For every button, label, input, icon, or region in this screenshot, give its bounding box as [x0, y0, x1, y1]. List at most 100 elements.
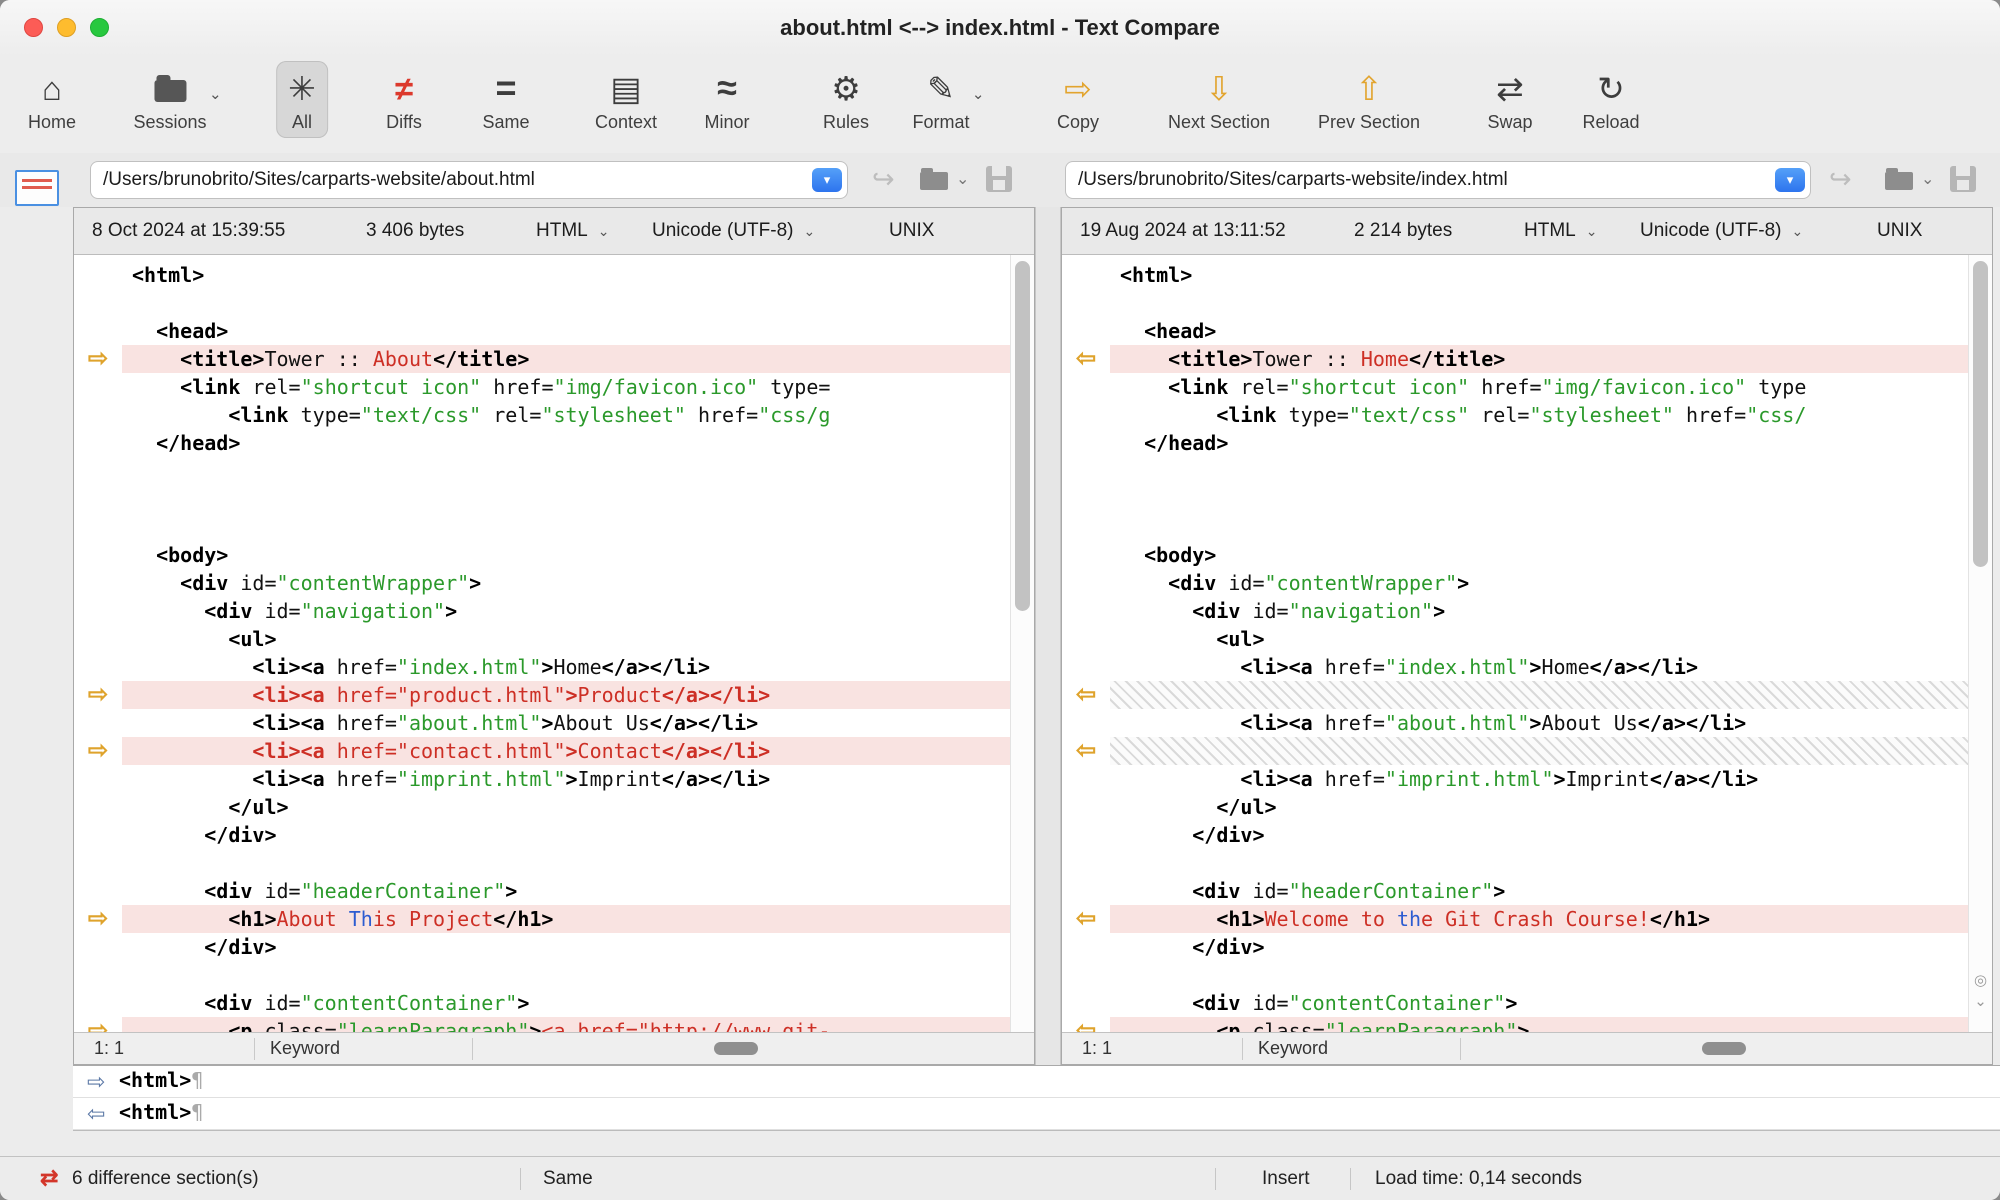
toolbar-item-context[interactable]: ▤Context [583, 61, 669, 138]
code-line[interactable]: <head> [122, 317, 1010, 345]
code-line[interactable]: <title>Tower :: About</title> [122, 345, 1010, 373]
right-path-input[interactable]: /Users/brunobrito/Sites/carparts-website… [1065, 161, 1811, 199]
toolbar-item-minor[interactable]: ≈Minor [692, 61, 761, 138]
code-line[interactable] [1110, 289, 1968, 317]
code-line[interactable] [1110, 961, 1968, 989]
code-line[interactable]: <html> [1110, 261, 1968, 289]
code-line[interactable]: <div id="navigation"> [122, 597, 1010, 625]
right-vertical-scrollbar[interactable]: ◎ ⌄ [1968, 255, 1992, 1032]
toolbar-item-reload[interactable]: ↻Reload [1570, 61, 1651, 138]
merge-arrow-right-icon[interactable]: ⇨ [88, 1017, 108, 1032]
horizontal-scrollbar-thumb[interactable] [714, 1042, 758, 1055]
left-save-button[interactable] [986, 166, 1012, 192]
code-line[interactable]: <div id="contentContainer"> [1110, 989, 1968, 1017]
code-line[interactable]: <p class="learnParagraph"> [1110, 1017, 1968, 1032]
toolbar-item-format[interactable]: ✎⌄Format [900, 61, 981, 138]
missing-line-placeholder[interactable] [1110, 737, 1968, 765]
toolbar-item-copy[interactable]: ⇨Copy [1045, 61, 1111, 138]
right-code-editor[interactable]: <html> <head> <title>Tower :: Home</titl… [1110, 255, 1968, 1032]
code-line[interactable]: <div id="contentContainer"> [122, 989, 1010, 1017]
code-line[interactable]: <li><a href="index.html">Home</a></li> [1110, 653, 1968, 681]
code-line[interactable]: <li><a href="contact.html">Contact</a></… [122, 737, 1010, 765]
toolbar-item-sessions[interactable]: ⌄Sessions [121, 61, 218, 138]
code-line[interactable] [1110, 849, 1968, 877]
left-path-input[interactable]: /Users/brunobrito/Sites/carparts-website… [90, 161, 848, 199]
code-line[interactable]: <link type="text/css" rel="stylesheet" h… [1110, 401, 1968, 429]
scroll-down-icon[interactable]: ⌄ [1974, 992, 1987, 1010]
code-line[interactable]: </head> [122, 429, 1010, 457]
code-line[interactable]: <h1>About This Project</h1> [122, 905, 1010, 933]
left-vertical-scrollbar[interactable] [1010, 255, 1034, 1032]
code-line[interactable]: <link rel="shortcut icon" href="img/favi… [122, 373, 1010, 401]
toolbar-item-same[interactable]: =Same [470, 61, 541, 138]
horizontal-scrollbar-thumb[interactable] [1702, 1042, 1746, 1055]
code-line[interactable] [122, 485, 1010, 513]
code-line[interactable]: <div id="navigation"> [1110, 597, 1968, 625]
toolbar-item-prev-section[interactable]: ⇧Prev Section [1306, 61, 1432, 138]
code-line[interactable]: </head> [1110, 429, 1968, 457]
code-line[interactable] [1110, 457, 1968, 485]
left-encoding-dropdown[interactable]: Unicode (UTF-8)⌄ [652, 220, 815, 242]
code-line[interactable]: <link type="text/css" rel="stylesheet" h… [122, 401, 1010, 429]
overview-thumbnail[interactable] [15, 170, 59, 206]
left-open-folder-button[interactable] [920, 172, 948, 190]
code-line[interactable]: <li><a href="product.html">Product</a></… [122, 681, 1010, 709]
code-line[interactable] [122, 513, 1010, 541]
code-line[interactable]: <li><a href="imprint.html">Imprint</a></… [122, 765, 1010, 793]
right-open-folder-button[interactable] [1885, 172, 1913, 190]
code-line[interactable]: <li><a href="imprint.html">Imprint</a></… [1110, 765, 1968, 793]
code-line[interactable]: </div> [122, 933, 1010, 961]
code-line[interactable]: <body> [1110, 541, 1968, 569]
code-line[interactable]: <li><a href="index.html">Home</a></li> [122, 653, 1010, 681]
code-line[interactable]: <html> [122, 261, 1010, 289]
chevron-down-icon[interactable]: ⌄ [1921, 169, 1934, 189]
merge-arrow-left-icon[interactable]: ⇦ [1076, 345, 1096, 372]
toolbar-item-next-section[interactable]: ⇩Next Section [1156, 61, 1282, 138]
merge-arrow-left-icon[interactable]: ⇦ [1076, 905, 1096, 932]
merge-arrow-right-icon[interactable]: ⇨ [88, 345, 108, 372]
left-code-editor[interactable]: <html> <head> <title>Tower :: About</tit… [122, 255, 1010, 1032]
scrollbar-thumb[interactable] [1015, 261, 1030, 611]
code-line[interactable]: </ul> [1110, 793, 1968, 821]
code-line[interactable] [1110, 485, 1968, 513]
code-line[interactable]: </ul> [122, 793, 1010, 821]
code-line[interactable]: </div> [122, 821, 1010, 849]
merge-arrow-left-icon[interactable]: ⇦ [1076, 737, 1096, 764]
merge-arrow-left-icon[interactable]: ⇦ [1076, 681, 1096, 708]
code-line[interactable]: <h1>Welcome to the Git Crash Course!</h1… [1110, 905, 1968, 933]
chevron-down-icon[interactable]: ⌄ [956, 169, 969, 189]
scrollbar-thumb[interactable] [1973, 261, 1988, 567]
code-line[interactable]: <head> [1110, 317, 1968, 345]
right-reveal-button[interactable]: ↪ [1829, 165, 1852, 193]
code-line[interactable]: <body> [122, 541, 1010, 569]
merge-arrow-left-icon[interactable]: ⇦ [1076, 1017, 1096, 1032]
toolbar-item-swap[interactable]: ⇄Swap [1475, 61, 1544, 138]
code-line[interactable] [122, 289, 1010, 317]
code-line[interactable]: <div id="contentWrapper"> [122, 569, 1010, 597]
code-line[interactable] [122, 849, 1010, 877]
code-line[interactable]: <div id="headerContainer"> [1110, 877, 1968, 905]
right-encoding-dropdown[interactable]: Unicode (UTF-8)⌄ [1640, 220, 1803, 242]
left-format-dropdown[interactable]: HTML⌄ [536, 220, 609, 242]
scroll-target-icon[interactable]: ◎ [1974, 971, 1987, 989]
code-line[interactable]: <title>Tower :: Home</title> [1110, 345, 1968, 373]
merge-arrow-right-icon[interactable]: ⇨ [88, 737, 108, 764]
close-button[interactable] [24, 18, 43, 37]
toolbar-item-diffs[interactable]: ≠Diffs [374, 61, 434, 138]
right-path-dropdown-button[interactable]: ▾ [1775, 168, 1805, 192]
code-line[interactable]: <link rel="shortcut icon" href="img/favi… [1110, 373, 1968, 401]
left-reveal-button[interactable]: ↪ [872, 165, 895, 193]
minimize-button[interactable] [57, 18, 76, 37]
right-save-button[interactable] [1950, 166, 1976, 192]
zoom-button[interactable] [90, 18, 109, 37]
toolbar-item-rules[interactable]: ⚙Rules [811, 61, 881, 138]
right-format-dropdown[interactable]: HTML⌄ [1524, 220, 1597, 242]
code-line[interactable]: <ul> [1110, 625, 1968, 653]
code-line[interactable]: </div> [1110, 821, 1968, 849]
toolbar-item-all[interactable]: ✳All [276, 61, 328, 138]
code-line[interactable]: <div id="contentWrapper"> [1110, 569, 1968, 597]
code-line[interactable]: <p class="learnParagraph"><a href="http:… [122, 1017, 1010, 1032]
left-path-dropdown-button[interactable]: ▾ [812, 168, 842, 192]
merge-arrow-right-icon[interactable]: ⇨ [88, 905, 108, 932]
code-line[interactable]: <ul> [122, 625, 1010, 653]
